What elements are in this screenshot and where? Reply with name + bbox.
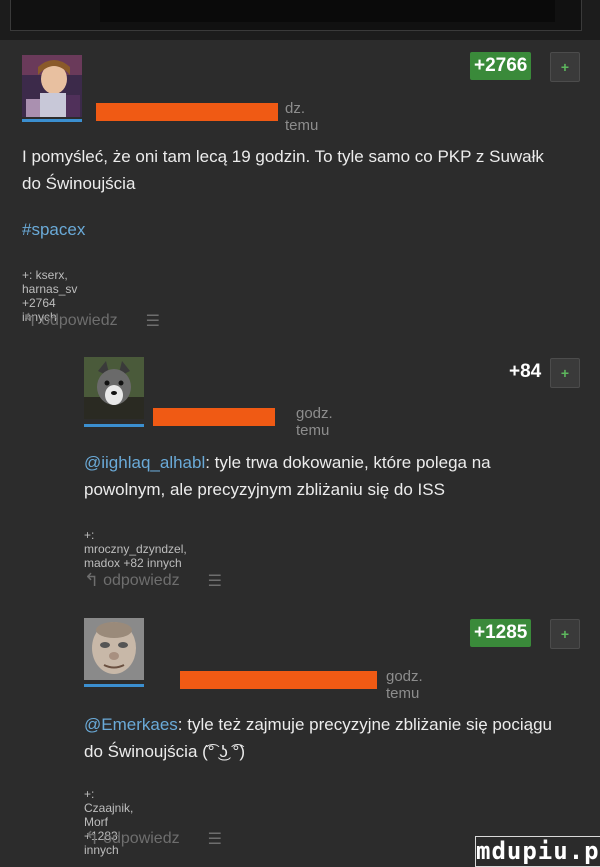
- avatar[interactable]: [84, 618, 144, 680]
- hashtag-link[interactable]: #spacex: [22, 220, 85, 240]
- comment-time: godz. temu: [386, 668, 423, 702]
- reply-link[interactable]: odpowiedz: [41, 312, 118, 330]
- top-bar: [0, 0, 600, 40]
- avatar[interactable]: [84, 357, 144, 419]
- reply-arrow-icon: ↰: [84, 570, 100, 590]
- reply-link[interactable]: odpowiedz: [103, 830, 180, 848]
- reply-row: ↰ odpowiedz ☰: [84, 570, 222, 591]
- menu-icon[interactable]: ☰: [208, 571, 222, 591]
- vote-count: +84: [509, 361, 542, 382]
- reply-row: ↰ odpowiedz ☰: [22, 310, 160, 331]
- username[interactable]: [96, 103, 278, 121]
- upvote-button[interactable]: +: [550, 619, 580, 649]
- comment-time: dz. temu: [285, 100, 319, 134]
- upvote-button[interactable]: +: [550, 52, 580, 82]
- avatar-underline: [22, 119, 82, 122]
- reply-arrow-icon: ↰: [84, 828, 100, 848]
- username[interactable]: [153, 408, 275, 426]
- avatar-underline: [84, 424, 144, 427]
- menu-icon[interactable]: ☰: [146, 311, 160, 331]
- reply-arrow-icon: ↰: [22, 310, 38, 330]
- menu-icon[interactable]: ☰: [208, 829, 222, 849]
- upvote-button[interactable]: +: [550, 358, 580, 388]
- vote-count: +2766: [470, 52, 532, 80]
- reply-link[interactable]: odpowiedz: [103, 572, 180, 590]
- comment-text: @Emerkaes: tyle też zajmuje precyzyjne z…: [84, 711, 574, 765]
- voters-list[interactable]: +: mroczny_dzyndzel, madox +82 innych: [84, 528, 187, 570]
- vote-count: +1285: [470, 619, 532, 647]
- username[interactable]: [180, 671, 377, 689]
- mention-link[interactable]: @iighlaq_alhabl: [84, 453, 205, 472]
- watermark-text: mdupiu.pl: [476, 837, 600, 865]
- comment-time: godz. temu: [296, 405, 333, 439]
- reply-row: ↰ odpowiedz ☰: [84, 828, 222, 849]
- top-tab[interactable]: [100, 0, 555, 22]
- avatar-underline: [84, 684, 144, 687]
- comment-text: I pomyśleć, że oni tam lecą 19 godzin. T…: [22, 147, 544, 193]
- watermark-logo: mdupiu.pl: [475, 836, 600, 867]
- comment-text: @iighlaq_alhabl: tyle trwa dokowanie, kt…: [84, 449, 574, 503]
- avatar[interactable]: [22, 55, 82, 117]
- mention-link[interactable]: @Emerkaes: [84, 715, 178, 734]
